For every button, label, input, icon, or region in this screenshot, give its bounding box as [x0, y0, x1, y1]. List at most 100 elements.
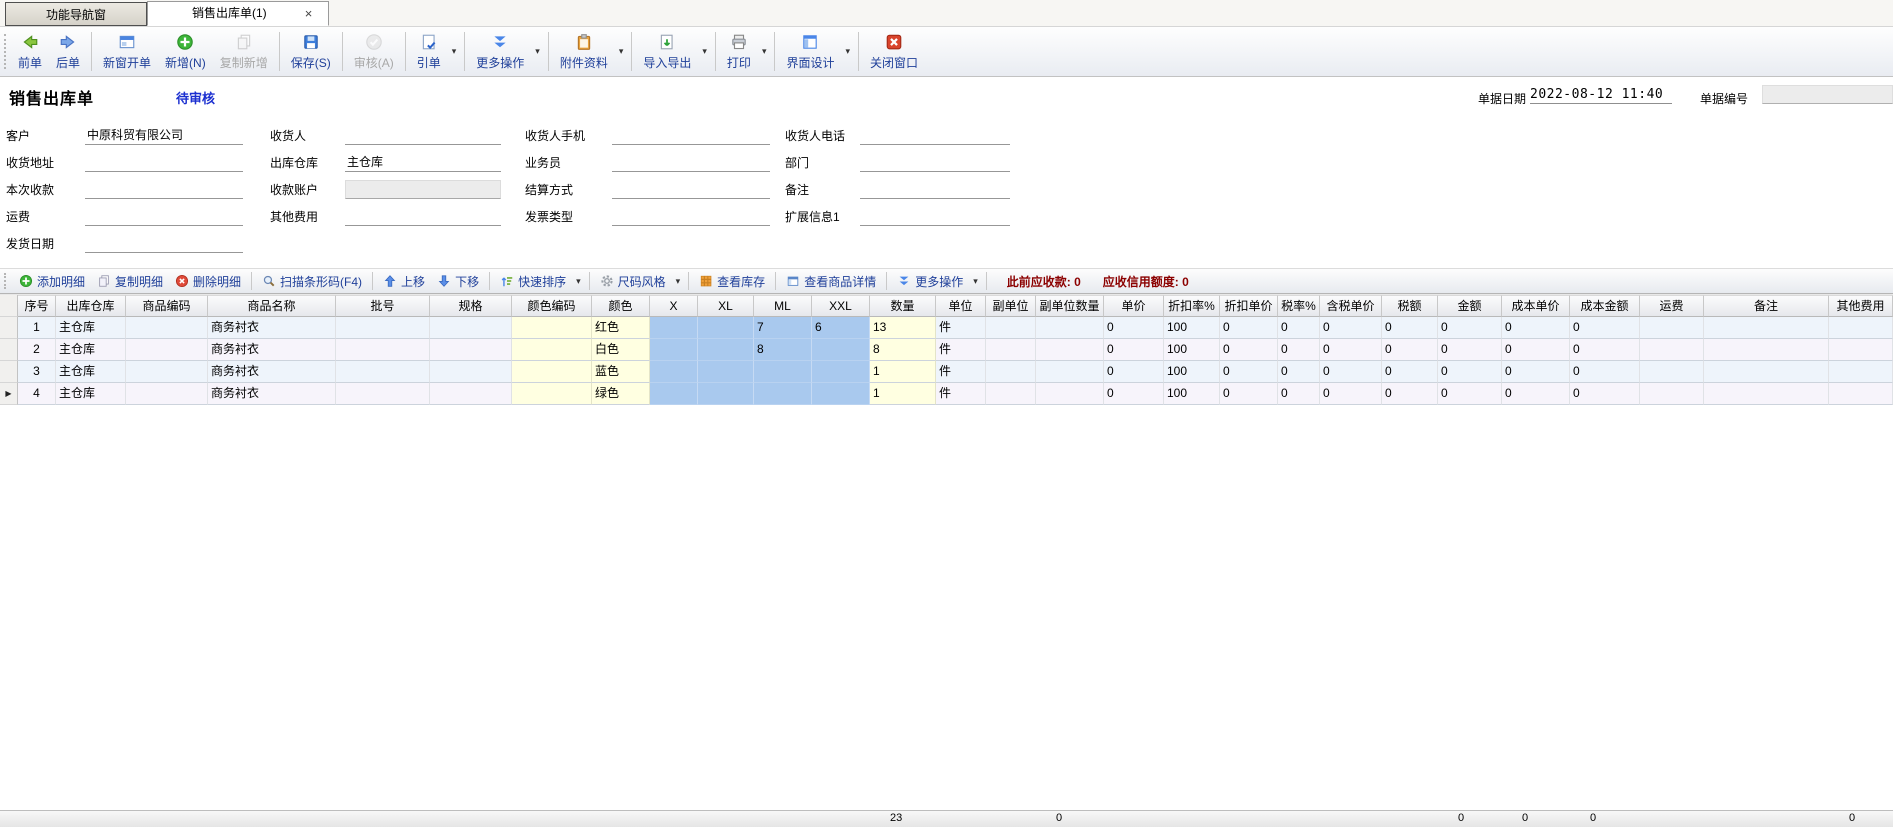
- cell-unit[interactable]: 件: [936, 361, 986, 383]
- col-header-x[interactable]: X: [650, 295, 698, 317]
- row-selector[interactable]: ▶: [0, 383, 18, 405]
- col-header-batch[interactable]: 批号: [336, 295, 430, 317]
- cell-warehouse[interactable]: 主仓库: [56, 317, 126, 339]
- save-button[interactable]: 保存(S): [284, 31, 338, 73]
- cell-tax_price[interactable]: 0: [1320, 339, 1382, 361]
- cell-remark[interactable]: [1704, 339, 1829, 361]
- invoice-type-field[interactable]: [612, 207, 770, 226]
- col-header-aux_unit[interactable]: 副单位: [986, 295, 1036, 317]
- cell-seq[interactable]: 2: [18, 339, 56, 361]
- receipt-account-field[interactable]: [345, 180, 501, 199]
- move-down-button[interactable]: 下移: [431, 273, 485, 290]
- move-up-button[interactable]: 上移: [377, 273, 431, 290]
- cell-remark[interactable]: [1704, 317, 1829, 339]
- col-header-price[interactable]: 单价: [1104, 295, 1164, 317]
- cell-price[interactable]: 0: [1104, 383, 1164, 405]
- view-product-detail-button[interactable]: 查看商品详情: [780, 273, 882, 290]
- print-dropdown-arrow[interactable]: ▾: [758, 46, 771, 57]
- cell-cost_price[interactable]: 0: [1502, 339, 1570, 361]
- cell-spec[interactable]: [430, 317, 512, 339]
- payment-now-field[interactable]: [85, 180, 243, 199]
- cell-tax_rate[interactable]: 0: [1278, 339, 1320, 361]
- cell-other_fee[interactable]: [1829, 383, 1893, 405]
- import-export-button[interactable]: 导入导出: [636, 31, 698, 73]
- cell-aux_unit[interactable]: [986, 317, 1036, 339]
- cell-xxl[interactable]: [812, 383, 870, 405]
- cell-x[interactable]: [650, 383, 698, 405]
- cell-ml[interactable]: 8: [754, 339, 812, 361]
- cell-cost_amount[interactable]: 0: [1570, 317, 1640, 339]
- col-header-unit[interactable]: 单位: [936, 295, 986, 317]
- cell-unit[interactable]: 件: [936, 317, 986, 339]
- cell-color_code[interactable]: [512, 317, 592, 339]
- close-window-button[interactable]: 关闭窗口: [863, 31, 925, 73]
- view-stock-button[interactable]: 查看库存: [693, 273, 771, 290]
- cell-tax[interactable]: 0: [1382, 339, 1438, 361]
- cell-aux_qty[interactable]: [1036, 383, 1104, 405]
- cell-freight[interactable]: [1640, 317, 1704, 339]
- close-icon[interactable]: ×: [305, 7, 313, 20]
- settlement-method-field[interactable]: [612, 180, 770, 199]
- cell-xxl[interactable]: [812, 361, 870, 383]
- cell-name[interactable]: 商务衬衣: [208, 317, 336, 339]
- next-order-button[interactable]: 后单: [49, 31, 87, 73]
- cell-amount[interactable]: 0: [1438, 383, 1502, 405]
- cell-discount_price[interactable]: 0: [1220, 317, 1278, 339]
- quick-sort-button[interactable]: 快速排序: [494, 273, 572, 290]
- cell-spec[interactable]: [430, 361, 512, 383]
- consignee-mobile-field[interactable]: [612, 126, 770, 145]
- cell-qty[interactable]: 13: [870, 317, 936, 339]
- cell-x[interactable]: [650, 361, 698, 383]
- new-window-order-button[interactable]: 新窗开单: [96, 31, 158, 73]
- cell-cost_amount[interactable]: 0: [1570, 339, 1640, 361]
- prev-order-button[interactable]: 前单: [11, 31, 49, 73]
- cell-seq[interactable]: 4: [18, 383, 56, 405]
- cell-batch[interactable]: [336, 383, 430, 405]
- col-header-discount_price[interactable]: 折扣单价: [1220, 295, 1278, 317]
- cell-warehouse[interactable]: 主仓库: [56, 383, 126, 405]
- cell-discount_price[interactable]: 0: [1220, 383, 1278, 405]
- cell-qty[interactable]: 8: [870, 339, 936, 361]
- cell-aux_unit[interactable]: [986, 383, 1036, 405]
- ref-order-dropdown-arrow[interactable]: ▾: [448, 46, 461, 57]
- cell-xxl[interactable]: 6: [812, 317, 870, 339]
- cell-tax_price[interactable]: 0: [1320, 317, 1382, 339]
- customer-field[interactable]: 中原科贸有限公司: [85, 126, 243, 145]
- col-header-aux_qty[interactable]: 副单位数量: [1036, 295, 1104, 317]
- col-header-freight[interactable]: 运费: [1640, 295, 1704, 317]
- cell-x[interactable]: [650, 317, 698, 339]
- cell-cost_price[interactable]: 0: [1502, 383, 1570, 405]
- cell-color_code[interactable]: [512, 339, 592, 361]
- cell-cost_amount[interactable]: 0: [1570, 361, 1640, 383]
- consignee-field[interactable]: [345, 126, 501, 145]
- remark-field[interactable]: [860, 180, 1010, 199]
- more-actions-button[interactable]: 更多操作: [469, 31, 531, 73]
- cell-name[interactable]: 商务衬衣: [208, 339, 336, 361]
- order-date-value[interactable]: 2022-08-12 11:40: [1530, 87, 1672, 104]
- cell-color[interactable]: 红色: [592, 317, 650, 339]
- col-header-spec[interactable]: 规格: [430, 295, 512, 317]
- cell-qty[interactable]: 1: [870, 361, 936, 383]
- other-fee-field[interactable]: [345, 207, 501, 226]
- cell-tax[interactable]: 0: [1382, 383, 1438, 405]
- col-header-ml[interactable]: ML: [754, 295, 812, 317]
- col-header-discount_rate[interactable]: 折扣率%: [1164, 295, 1220, 317]
- consignee-phone-field[interactable]: [860, 126, 1010, 145]
- size-style-button[interactable]: 尺码风格: [594, 273, 672, 290]
- cell-spec[interactable]: [430, 339, 512, 361]
- col-header-seq[interactable]: 序号: [18, 295, 56, 317]
- cell-discount_rate[interactable]: 100: [1164, 383, 1220, 405]
- cell-color_code[interactable]: [512, 383, 592, 405]
- cell-warehouse[interactable]: 主仓库: [56, 361, 126, 383]
- print-button[interactable]: 打印: [720, 31, 758, 73]
- warehouse-field[interactable]: 主仓库: [345, 153, 501, 172]
- cell-other_fee[interactable]: [1829, 317, 1893, 339]
- col-header-tax_rate[interactable]: 税率%: [1278, 295, 1320, 317]
- col-header-qty[interactable]: 数量: [870, 295, 936, 317]
- ui-design-button[interactable]: 界面设计: [779, 31, 841, 73]
- cell-qty[interactable]: 1: [870, 383, 936, 405]
- cell-xxl[interactable]: [812, 339, 870, 361]
- cell-tax_price[interactable]: 0: [1320, 361, 1382, 383]
- cell-cost_price[interactable]: 0: [1502, 361, 1570, 383]
- ship-address-field[interactable]: [85, 153, 243, 172]
